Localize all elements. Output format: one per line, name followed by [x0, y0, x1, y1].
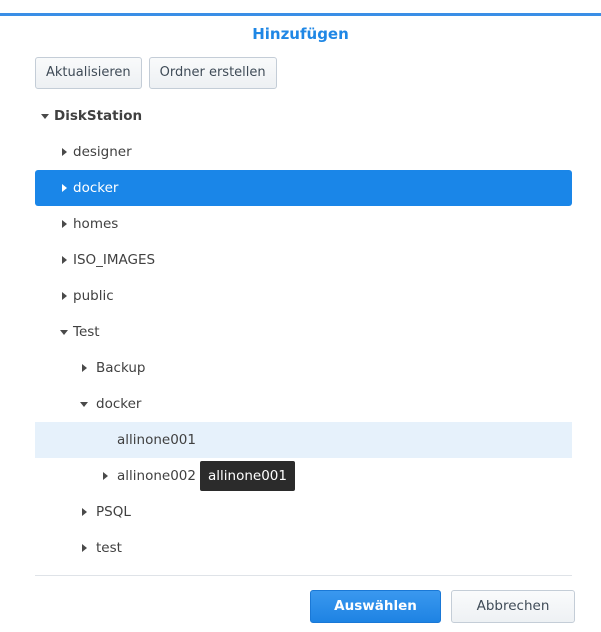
- expanded-arrow-icon[interactable]: [39, 98, 51, 134]
- tree-node-label: Test: [73, 324, 100, 340]
- tree-node-label: docker: [73, 180, 119, 196]
- add-folder-dialog: Hinzufügen Aktualisieren Ordner erstellen…: [0, 0, 601, 632]
- collapsed-arrow-icon[interactable]: [58, 242, 70, 278]
- expanded-arrow-icon[interactable]: [78, 386, 90, 422]
- tree-node-label: docker: [96, 396, 142, 412]
- refresh-button[interactable]: Aktualisieren: [35, 57, 142, 89]
- footer-divider: [35, 575, 572, 576]
- tree-node-allinone002[interactable]: allinone002: [35, 458, 572, 494]
- create-folder-button[interactable]: Ordner erstellen: [148, 57, 277, 89]
- tree-node-label: PSQL: [96, 504, 131, 520]
- expanded-arrow-icon[interactable]: [58, 314, 70, 350]
- dialog-title-bar: Hinzufügen: [0, 13, 601, 57]
- tree-node-public[interactable]: public: [35, 278, 572, 314]
- tree-node-test[interactable]: test: [35, 530, 572, 566]
- tooltip: allinone001: [200, 461, 295, 491]
- tree-node-test-docker[interactable]: docker: [35, 386, 572, 422]
- tree-node-psql[interactable]: PSQL: [35, 494, 572, 530]
- tree-node-test-share[interactable]: Test: [35, 314, 572, 350]
- tree-node-diskstation[interactable]: DiskStation: [35, 98, 572, 134]
- tree-node-label: Backup: [96, 360, 146, 376]
- dialog-title: Hinzufügen: [252, 25, 349, 43]
- cancel-button[interactable]: Abbrechen: [451, 590, 575, 623]
- tree-node-backup[interactable]: Backup: [35, 350, 572, 386]
- tree-node-label: allinone001: [117, 432, 196, 448]
- tree-node-iso-images[interactable]: ISO_IMAGES: [35, 242, 572, 278]
- collapsed-arrow-icon[interactable]: [58, 170, 70, 206]
- tree-node-allinone001[interactable]: allinone001: [35, 422, 572, 458]
- toolbar: Aktualisieren Ordner erstellen: [35, 57, 277, 89]
- collapsed-arrow-icon[interactable]: [58, 134, 70, 170]
- collapsed-arrow-icon[interactable]: [58, 206, 70, 242]
- tree-node-label: DiskStation: [54, 108, 143, 124]
- collapsed-arrow-icon[interactable]: [78, 350, 90, 386]
- tree-node-label: ISO_IMAGES: [73, 252, 156, 268]
- collapsed-arrow-icon[interactable]: [78, 530, 90, 566]
- tree-node-label: allinone002: [117, 468, 196, 484]
- tree-node-homes[interactable]: homes: [35, 206, 572, 242]
- tree-node-label: homes: [73, 216, 119, 232]
- collapsed-arrow-icon[interactable]: [58, 278, 70, 314]
- tree-node-label: public: [73, 288, 114, 304]
- tree-node-label: designer: [73, 144, 132, 160]
- folder-tree: DiskStation designer docker homes ISO_IM…: [35, 98, 572, 566]
- tree-node-label: test: [96, 540, 122, 556]
- tree-node-docker[interactable]: docker: [35, 170, 572, 206]
- select-button[interactable]: Auswählen: [310, 590, 441, 623]
- collapsed-arrow-icon[interactable]: [99, 458, 111, 494]
- collapsed-arrow-icon[interactable]: [78, 494, 90, 530]
- tree-node-designer[interactable]: designer: [35, 134, 572, 170]
